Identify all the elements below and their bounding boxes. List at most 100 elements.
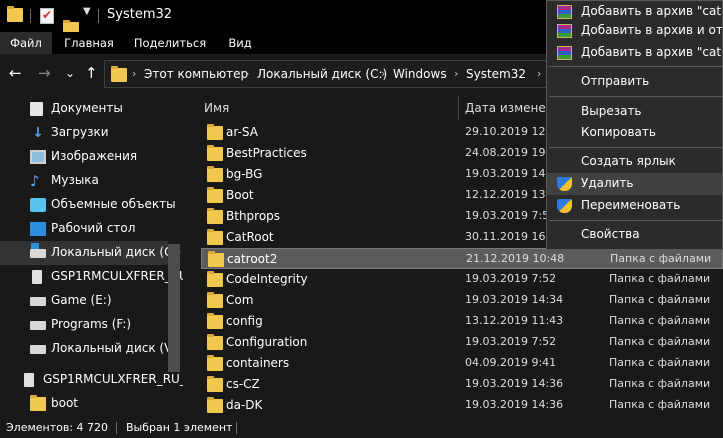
nav-item-desktop[interactable]: Рабочий стол	[0, 217, 168, 241]
file-name: containers	[226, 356, 290, 370]
desktop-icon	[30, 222, 46, 236]
table-row[interactable]: Com 19.03.2019 14:34 Папка с файлами	[201, 290, 723, 311]
menu-item-send-to[interactable]: Отправить	[547, 71, 722, 93]
menu-separator	[549, 220, 722, 221]
tab-view[interactable]: Вид	[220, 32, 260, 54]
nav-item-downloads[interactable]: ↓ Загрузки	[0, 121, 168, 145]
usb-drive-icon	[32, 270, 42, 284]
nav-item-label: Музыка	[51, 173, 99, 187]
scrollbar-thumb[interactable]	[168, 244, 180, 372]
nav-item-programs-f[interactable]: Programs (F:)	[0, 313, 168, 337]
menu-item-add-to-named-archive[interactable]: Добавить в архив "catroot2	[547, 42, 722, 64]
tab-share[interactable]: Поделиться	[128, 32, 212, 54]
nav-item-boot[interactable]: boot	[0, 392, 168, 416]
menu-item-add-to-archive-and-email[interactable]: Добавить в архив и отпра	[547, 20, 722, 42]
menu-item-label: Удалить	[581, 176, 634, 190]
folder-icon	[207, 292, 223, 308]
forward-button[interactable]: →	[38, 64, 51, 82]
column-header-name[interactable]: Имя	[204, 96, 229, 120]
3d-objects-icon	[30, 198, 46, 212]
folder-icon	[207, 124, 223, 140]
table-row[interactable]: CodeIntegrity 19.03.2019 7:52 Папка с фа…	[201, 269, 723, 290]
file-name: Configuration	[226, 335, 308, 349]
folder-icon	[208, 251, 224, 267]
menu-item-properties[interactable]: Свойства	[547, 224, 722, 246]
tab-file[interactable]: Файл	[0, 32, 52, 54]
nav-item-pictures[interactable]: Изображения	[0, 145, 168, 169]
breadcrumb-this-pc[interactable]: Этот компьютер	[144, 67, 248, 81]
file-type: Папка с файлами	[609, 272, 711, 285]
file-name: BestPractices	[226, 146, 307, 160]
documents-icon	[30, 102, 43, 116]
music-icon: ♪	[30, 172, 40, 190]
file-date: 19.03.2019 14:36	[465, 377, 564, 390]
properties-icon[interactable]	[40, 8, 54, 24]
chevron-right-icon[interactable]: ›	[132, 67, 136, 80]
nav-item-music[interactable]: ♪ Музыка	[0, 169, 168, 193]
menu-item-label: Отправить	[581, 74, 650, 88]
menu-item-create-shortcut[interactable]: Создать ярлык	[547, 151, 722, 173]
up-button[interactable]: ↑	[85, 64, 98, 82]
menu-item-rename[interactable]: Переименовать	[547, 195, 722, 217]
table-row-selected[interactable]: catroot2 21.12.2019 10:48 Папка с файлам…	[201, 248, 723, 269]
breadcrumb-local-disk-c[interactable]: Локальный диск (C:)	[257, 67, 387, 81]
table-row[interactable]: config 13.12.2019 11:43 Папка с файлами	[201, 311, 723, 332]
nav-item-label: Локальный диск (V:)	[51, 341, 181, 355]
folder-icon	[207, 313, 223, 329]
nav-item-label: Загрузки	[51, 125, 109, 139]
menu-item-label: Вырезать	[581, 104, 642, 118]
folder-icon	[207, 355, 223, 371]
nav-item-game-e[interactable]: Game (E:)	[0, 289, 168, 313]
menu-separator	[549, 96, 722, 97]
breadcrumb-windows[interactable]: Windows	[393, 67, 447, 81]
nav-item-label: Документы	[51, 101, 123, 115]
file-name: Bthprops	[226, 209, 281, 223]
tab-home[interactable]: Главная	[57, 32, 121, 54]
nav-item-label: Локальный диск (C:)	[51, 245, 182, 259]
file-date: 13.12.2019 11:43	[465, 314, 564, 327]
menu-item-copy[interactable]: Копировать	[547, 122, 722, 144]
nav-item-3d-objects[interactable]: Объемные объекты	[0, 193, 176, 217]
file-name: CatRoot	[226, 230, 274, 244]
table-row[interactable]: Configuration 19.03.2019 7:52 Папка с фа…	[201, 332, 723, 353]
recent-locations-button[interactable]: ⌄	[65, 66, 75, 80]
winrar-icon	[557, 46, 572, 60]
item-count: Элементов: 4 720	[6, 421, 109, 434]
column-divider[interactable]	[458, 96, 459, 120]
breadcrumb-system32[interactable]: System32	[466, 67, 526, 81]
file-name: CodeIntegrity	[226, 272, 308, 286]
table-row[interactable]: cs-CZ 19.03.2019 14:36 Папка с файлами	[201, 374, 723, 395]
file-date: 19.03.2019 14:36	[465, 398, 564, 411]
table-row[interactable]: containers 04.09.2019 9:41 Папка с файла…	[201, 353, 723, 374]
file-date: 21.12.2019 10:48	[466, 252, 565, 265]
address-bar[interactable]: › Этот компьютер › Локальный диск (C:) ›…	[104, 60, 564, 88]
file-type: Папка с файлами	[609, 293, 711, 306]
file-date: 19.03.2019 7:52	[465, 272, 557, 285]
chevron-right-icon[interactable]: ›	[245, 67, 249, 80]
nav-item-documents[interactable]: Документы	[0, 97, 168, 121]
customize-quick-access-icon[interactable]: ▼	[83, 6, 91, 17]
back-button[interactable]: ←	[9, 64, 22, 82]
chevron-right-icon[interactable]: ›	[537, 67, 541, 80]
winrar-icon	[557, 5, 572, 19]
file-type: Папка с файлами	[610, 252, 712, 265]
folder-icon	[207, 187, 223, 203]
menu-item-cut[interactable]: Вырезать	[547, 101, 722, 123]
nav-item-local-disk-c[interactable]: Локальный диск (C:)	[0, 241, 181, 265]
file-type: Папка с файлами	[609, 377, 711, 390]
nav-item-usb-drive-root[interactable]: GSP1RMCULXFRER_RU_	[0, 368, 183, 392]
menu-separator	[549, 147, 722, 148]
folder-icon	[207, 145, 223, 161]
chevron-right-icon[interactable]: ›	[454, 67, 458, 80]
file-date: 04.09.2019 9:41	[465, 356, 557, 369]
nav-item-local-disk-v[interactable]: Локальный диск (V:)	[0, 337, 180, 361]
file-name: ar-SA	[226, 125, 258, 139]
chevron-right-icon[interactable]: ›	[381, 67, 385, 80]
file-type: Папка с файлами	[609, 356, 711, 369]
table-row[interactable]: da-DK 19.03.2019 14:36 Папка с файлами	[201, 395, 723, 416]
nav-item-usb-drive[interactable]: GSP1RMCULXFRER_RU_	[0, 265, 183, 289]
menu-item-label: Добавить в архив "catroot	[581, 4, 722, 18]
file-date: 19.03.2019 14:34	[465, 293, 564, 306]
folder-icon	[207, 334, 223, 350]
menu-item-delete[interactable]: Удалить	[547, 173, 722, 195]
